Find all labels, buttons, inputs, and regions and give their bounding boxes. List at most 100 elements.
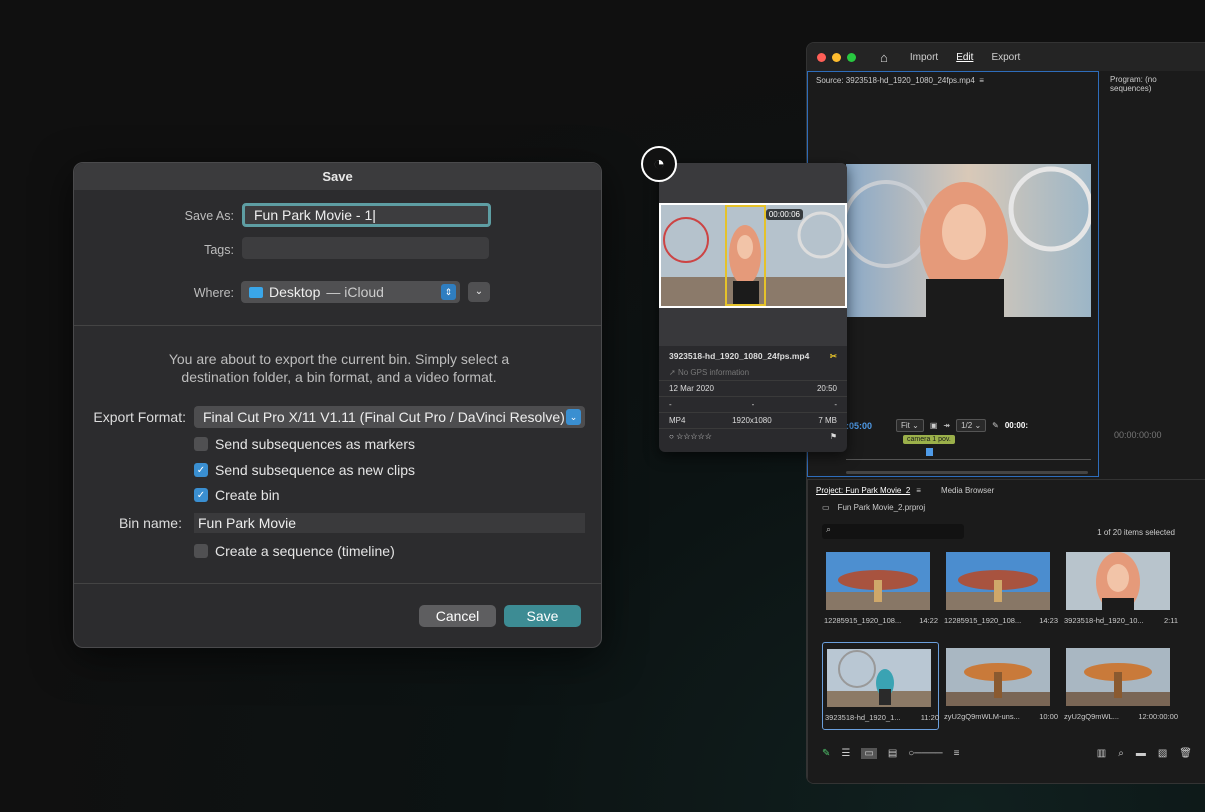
source-video-frame: [846, 164, 1091, 317]
trash-icon[interactable]: 🗑: [1179, 748, 1192, 759]
program-monitor-title[interactable]: Program: (no sequences): [1102, 71, 1205, 97]
checkbox-label: Send subsequences as markers: [215, 436, 415, 452]
media-preview-popup: 00:00:06 3923518-hd_1920_1080_24fps.mp4 ✂…: [659, 163, 847, 452]
new-item-icon[interactable]: ▧: [1158, 748, 1167, 759]
resolution-select[interactable]: 1/2 ⌄: [956, 419, 987, 432]
send-subsequence-clips-checkbox[interactable]: ✓ Send subsequence as new clips: [194, 462, 415, 478]
where-stepper-icon: ⇕: [441, 284, 456, 300]
export-description: You are about to export the current bin.…: [168, 351, 510, 385]
program-timecode[interactable]: 00:00:00:00: [1114, 430, 1162, 440]
where-label: Where:: [193, 286, 234, 300]
preview-info: 3923518-hd_1920_1080_24fps.mp4 ✂ ➚ No GPS…: [659, 346, 847, 444]
source-menu-icon[interactable]: ≡: [979, 76, 984, 85]
zoom-window-button[interactable]: [847, 52, 856, 62]
where-folder: Desktop: [269, 284, 321, 300]
find-icon[interactable]: ⌕: [1118, 748, 1124, 759]
source-monitor-title[interactable]: Source: 3923518-hd_1920_1080_24fps.mp4: [816, 76, 975, 85]
pencil-icon[interactable]: ✎: [822, 748, 830, 759]
save-as-input[interactable]: Fun Park Movie - 1|: [242, 203, 491, 227]
automate-icon[interactable]: ▥: [1097, 748, 1106, 759]
checkmark-icon[interactable]: ✓: [194, 488, 208, 502]
media-thumbnail: [946, 552, 1050, 610]
tab-project[interactable]: Project: Fun Park Movie_2: [816, 486, 910, 495]
clip-label: camera 1 pov.: [903, 435, 955, 444]
project-file-name: Fun Park Movie_2.prproj: [837, 503, 926, 512]
chevron-down-icon: ⌄: [566, 409, 581, 425]
preview-spacer: [659, 308, 847, 346]
save-dialog: Save Save As: Fun Park Movie - 1| Tags: …: [73, 162, 602, 648]
preview-resolution: 1920x1080: [732, 416, 772, 425]
zoom-scrollbar[interactable]: [846, 471, 1088, 474]
media-grid: 12285915_1920_108... 14:22 12285915_1920_…: [822, 546, 1182, 730]
project-menu-icon[interactable]: ≡: [916, 486, 921, 495]
program-monitor: Program: (no sequences) 00:00:00:00: [1102, 71, 1205, 477]
tab-export[interactable]: Export: [991, 52, 1020, 63]
time-ruler[interactable]: [846, 450, 1091, 460]
export-format-select[interactable]: Final Cut Pro X/11 V1.11 (Final Cut Pro …: [194, 406, 585, 428]
list-view-icon[interactable]: ☰: [841, 748, 850, 759]
tab-edit[interactable]: Edit: [956, 52, 973, 63]
media-tile[interactable]: 12285915_1920_108... 14:22: [822, 546, 939, 634]
insert-icon[interactable]: ↠: [943, 421, 950, 430]
minimize-window-button[interactable]: [832, 52, 841, 62]
home-icon[interactable]: ⌂: [880, 50, 888, 65]
project-file: ▭ Fun Park Movie_2.prproj: [808, 501, 1205, 514]
media-tile[interactable]: zyU2gQ9mWLM-uns... 10:00: [942, 642, 1059, 730]
tags-input[interactable]: [242, 237, 489, 259]
media-tile-name: 3923518-hd_1920_10...: [1064, 616, 1144, 625]
flag-icon[interactable]: ⚑: [830, 432, 837, 441]
preview-meta-blank: -: [751, 400, 755, 409]
bin-name-input[interactable]: Fun Park Movie: [194, 513, 585, 533]
close-window-button[interactable]: [817, 52, 826, 62]
media-tile-duration: 14:23: [1039, 616, 1058, 625]
tab-media-browser[interactable]: Media Browser: [941, 486, 994, 495]
preview-timecode: 00:00:06: [765, 209, 803, 220]
source-end-timecode: 00:00:: [1004, 421, 1028, 430]
sort-icon[interactable]: ≡: [954, 748, 960, 759]
project-file-icon: ▭: [822, 503, 830, 512]
expand-dialog-button[interactable]: ⌄: [468, 282, 490, 302]
media-tile-name: zyU2gQ9mWLM-uns...: [944, 712, 1020, 721]
playhead[interactable]: [926, 448, 933, 456]
label-circle-icon[interactable]: ○: [669, 432, 674, 441]
create-sequence-checkbox[interactable]: Create a sequence (timeline): [194, 543, 395, 559]
chevron-down-icon: ⌄: [474, 286, 484, 297]
tab-import[interactable]: Import: [910, 52, 938, 63]
icon-view-icon[interactable]: ▭: [861, 748, 877, 759]
preview-selection[interactable]: [725, 205, 766, 306]
scissors-icon[interactable]: ✂: [830, 351, 837, 362]
preview-meta-blank: -: [669, 400, 672, 409]
premiere-titlebar: ⌂ Import Edit Export: [807, 43, 1205, 71]
project-toolbar: ✎ ☰ ▭ ▤ ○──── ≡ ▥ ⌕ ▬ ▧ 🗑: [822, 748, 1192, 759]
media-tile-duration: 14:22: [919, 616, 938, 625]
media-tile[interactable]: zyU2gQ9mWL... 12:00:00:00: [1062, 642, 1179, 730]
send-subsequences-markers-checkbox[interactable]: Send subsequences as markers: [194, 436, 415, 452]
preview-top-bar: [659, 163, 847, 203]
wrench-icon[interactable]: ✎: [992, 421, 999, 430]
media-tile[interactable]: 12285915_1920_108... 14:23: [942, 546, 1059, 634]
preview-filmstrip[interactable]: 00:00:06: [659, 203, 847, 308]
save-button[interactable]: Save: [504, 605, 581, 627]
rating-stars[interactable]: ☆☆☆☆☆: [676, 432, 712, 441]
media-tile-name: 12285915_1920_108...: [944, 616, 1022, 625]
media-tile[interactable]: 3923518-hd_1920_10... 2:11: [1062, 546, 1179, 634]
fit-select[interactable]: Fit ⌄: [896, 419, 924, 432]
media-tile-selected[interactable]: 3923518-hd_1920_1... 11:20: [822, 642, 939, 730]
preview-format: MP4: [669, 416, 686, 425]
freeform-view-icon[interactable]: ▤: [888, 748, 897, 759]
bin-name-label: Bin name:: [118, 515, 182, 531]
checkmark-icon[interactable]: ✓: [194, 463, 208, 477]
zoom-slider[interactable]: ○────: [908, 748, 942, 759]
checkbox-unchecked[interactable]: [194, 437, 208, 451]
where-select[interactable]: Desktop — iCloud ⇕: [241, 281, 460, 303]
checkbox-label: Send subsequence as new clips: [215, 462, 416, 478]
checkbox-unchecked[interactable]: [194, 544, 208, 558]
create-bin-checkbox[interactable]: ✓ Create bin: [194, 487, 280, 503]
checkbox-label: Create bin: [215, 487, 280, 503]
media-tile-duration: 10:00: [1039, 712, 1058, 721]
project-search-input[interactable]: ⌕: [822, 524, 964, 539]
new-bin-icon[interactable]: ▬: [1136, 748, 1146, 759]
source-timecode[interactable]: :05:00: [846, 421, 872, 431]
cancel-button[interactable]: Cancel: [419, 605, 496, 627]
settings-icon[interactable]: ▣: [930, 421, 938, 430]
